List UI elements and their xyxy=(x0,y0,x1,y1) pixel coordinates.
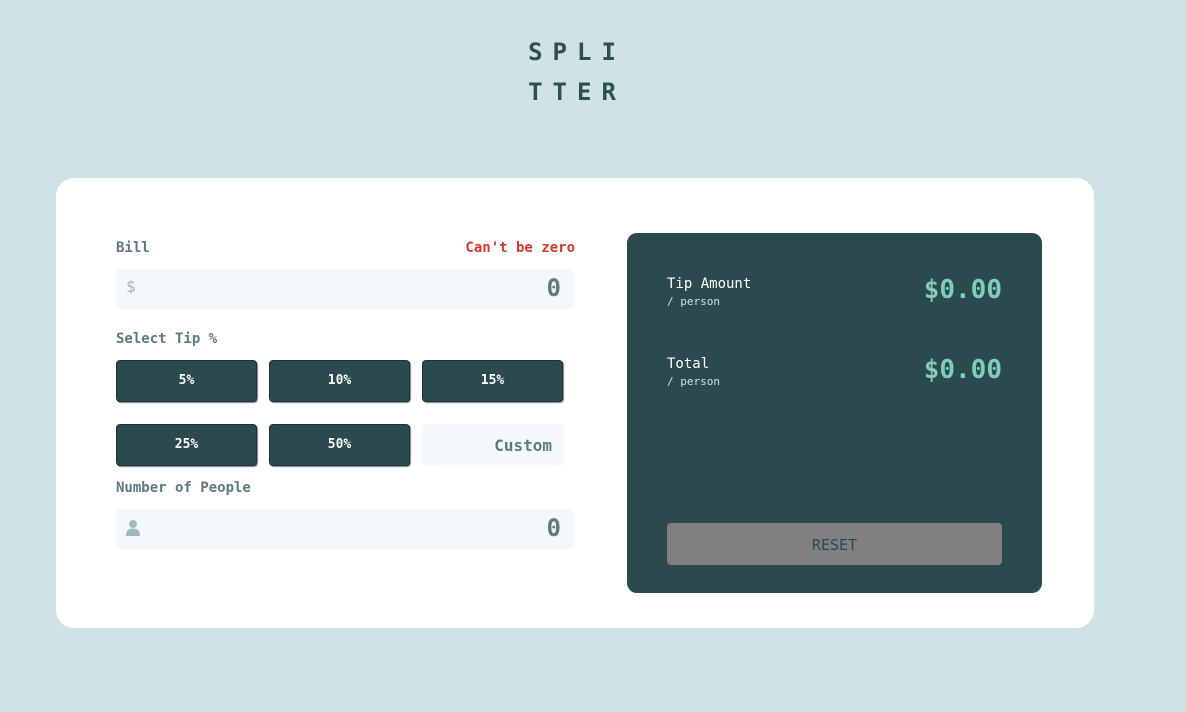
reset-button[interactable]: RESET xyxy=(667,523,1002,565)
people-input-value: 0 xyxy=(546,514,561,542)
tip-amount-value: $0.00 xyxy=(923,275,1002,305)
tip-5-button[interactable]: 5% xyxy=(116,360,257,402)
tip-amount-label: Tip Amount xyxy=(667,276,752,292)
tip-15-button[interactable]: 15% xyxy=(422,360,563,402)
total-label: Total xyxy=(667,356,710,372)
app-logo: SPLI TTER xyxy=(0,32,1144,112)
tip-amount-per-person-label: / person xyxy=(667,295,720,308)
logo-line-1: SPLI xyxy=(528,38,626,66)
people-input[interactable]: 0 xyxy=(116,509,575,549)
select-tip-label: Select Tip % xyxy=(116,331,218,347)
bill-label: Bill xyxy=(116,240,150,256)
bill-input[interactable]: $ 0 xyxy=(116,269,575,309)
tip-10-button[interactable]: 10% xyxy=(269,360,410,402)
total-value: $0.00 xyxy=(923,355,1002,385)
total-per-person-label: / person xyxy=(667,375,720,388)
dollar-icon: $ xyxy=(126,277,136,296)
number-of-people-label: Number of People xyxy=(116,480,251,496)
results-panel: Tip Amount / person $0.00 Total / person… xyxy=(627,233,1042,593)
bill-input-value: 0 xyxy=(546,274,561,302)
tip-25-button[interactable]: 25% xyxy=(116,424,257,466)
person-icon xyxy=(126,519,140,537)
tip-50-button[interactable]: 50% xyxy=(269,424,410,466)
logo-line-2: TTER xyxy=(528,78,626,106)
custom-tip-input[interactable]: Custom xyxy=(422,424,564,466)
bill-error-message: Can't be zero xyxy=(465,240,575,256)
